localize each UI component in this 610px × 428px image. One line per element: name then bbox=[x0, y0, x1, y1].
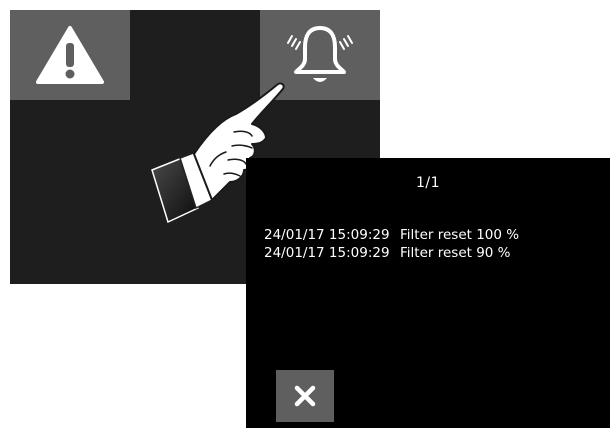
log-entry: 24/01/17 15:09:29 Filter reset 90 % bbox=[264, 244, 519, 262]
warning-button[interactable] bbox=[10, 10, 130, 100]
log-entry-timestamp: 24/01/17 15:09:29 bbox=[264, 227, 390, 243]
log-entry-message: Filter reset 100 % bbox=[400, 227, 520, 243]
alarm-log-screen: 1/1 24/01/17 15:09:29 Filter reset 100 % … bbox=[246, 158, 610, 428]
log-entry: 24/01/17 15:09:29 Filter reset 100 % bbox=[264, 226, 519, 244]
alarm-log-list: 24/01/17 15:09:29 Filter reset 100 % 24/0… bbox=[264, 226, 519, 262]
warning-triangle-icon bbox=[36, 26, 104, 84]
page-indicator: 1/1 bbox=[415, 175, 441, 191]
close-icon bbox=[294, 385, 316, 407]
log-entry-message: Filter reset 90 % bbox=[400, 245, 511, 261]
log-entry-timestamp: 24/01/17 15:09:29 bbox=[264, 245, 390, 261]
close-button[interactable] bbox=[276, 370, 334, 422]
